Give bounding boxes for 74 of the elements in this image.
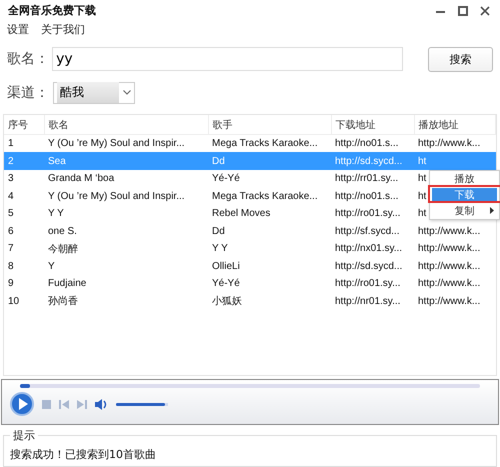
- column-header[interactable]: 序号: [4, 114, 44, 135]
- table-cell: 5: [8, 208, 14, 220]
- table-cell: ht: [418, 208, 426, 220]
- maximize-icon[interactable]: [458, 6, 468, 16]
- table-cell: 8: [8, 260, 14, 272]
- table-cell: http://no01.s...: [335, 138, 398, 150]
- status-message: 搜索成功！已搜索到10首歌曲: [10, 448, 156, 461]
- table-cell: Dd: [212, 226, 225, 237]
- table-cell: http://sd.sycd...: [335, 156, 402, 167]
- table-cell: 2: [8, 156, 14, 167]
- context-menu-item[interactable]: 播放: [432, 172, 497, 186]
- table-cell: 3: [8, 173, 14, 184]
- context-menu-item[interactable]: 复制: [432, 204, 497, 218]
- table-cell: Y Y: [212, 243, 228, 254]
- table-cell: http://www.k...: [418, 226, 480, 237]
- search-button[interactable]: 搜索: [428, 46, 493, 72]
- speaker-icon[interactable]: [95, 398, 108, 410]
- table-cell: http://www.k...: [418, 296, 480, 307]
- table-cell: http://www.k...: [418, 278, 480, 290]
- channel-label: 渠道：: [7, 84, 50, 102]
- highlight-frame: [428, 184, 500, 203]
- table-cell: http://sd.sycd...: [335, 260, 402, 272]
- table-cell: 7: [8, 243, 14, 254]
- table-cell: http://nx01.sy...: [335, 243, 402, 254]
- close-icon[interactable]: [480, 6, 490, 16]
- table-cell: http://www.k...: [418, 138, 480, 150]
- chevron-down-icon: [123, 90, 131, 96]
- table-cell: 9: [8, 278, 14, 290]
- song-name-field[interactable]: yy: [52, 47, 404, 72]
- table-cell: Mega Tracks Karaoke...: [212, 138, 318, 150]
- table-cell: OllieLi: [212, 260, 240, 272]
- table-cell: http://no01.s...: [335, 190, 398, 202]
- table-cell: 6: [8, 226, 14, 237]
- table-cell: 今朝醉: [48, 244, 78, 255]
- table-cell: Y: [48, 260, 55, 272]
- table-cell: Y Y: [48, 208, 64, 220]
- menu-item[interactable]: 关于我们: [41, 22, 85, 38]
- table-cell: one S.: [48, 226, 77, 237]
- table-cell: 孙尚香: [48, 296, 78, 308]
- table-cell: ht: [418, 190, 426, 202]
- table-cell: Granda M ‘boa: [48, 173, 114, 184]
- table-cell: ht: [418, 156, 426, 167]
- table-cell: 4: [8, 190, 14, 202]
- window-title: 全网音乐免费下载: [8, 3, 96, 18]
- table-cell: http://www.k...: [418, 243, 480, 254]
- play-icon[interactable]: [10, 392, 34, 416]
- column-header[interactable]: 播放地址: [414, 114, 496, 135]
- table-cell: Yé-Yé: [212, 278, 240, 290]
- table-cell: Yé-Yé: [212, 173, 240, 184]
- table-cell: Dd: [212, 156, 225, 167]
- column-header[interactable]: 歌名: [44, 114, 208, 135]
- hint-title: 提示: [12, 428, 36, 443]
- volume-slider[interactable]: [116, 402, 168, 406]
- table-cell: http://sf.sycd...: [335, 226, 400, 237]
- table-cell: 1: [8, 138, 14, 150]
- table-cell: ht: [418, 173, 426, 184]
- table-cell: 10: [8, 296, 20, 307]
- table-cell: Rebel Moves: [212, 208, 270, 220]
- menu-item[interactable]: 设置: [7, 22, 29, 38]
- table-cell: Y (Ou ’re My) Soul and Inspir...: [48, 190, 185, 202]
- table-cell: 小狐妖: [212, 296, 242, 308]
- table-cell: http://ro01.sy...: [335, 278, 400, 290]
- table-cell: http://ro01.sy...: [335, 208, 400, 220]
- table-cell: Mega Tracks Karaoke...: [212, 190, 318, 202]
- table-cell: http://rr01.sy...: [335, 173, 398, 184]
- table-cell: Y (Ou ’re My) Soul and Inspir...: [48, 138, 185, 150]
- table-cell: http://nr01.sy...: [335, 296, 400, 307]
- column-header[interactable]: 下载地址: [331, 114, 414, 135]
- channel-dropdown[interactable]: 酷我: [53, 82, 135, 104]
- table-cell: Sea: [48, 156, 66, 167]
- table-cell: http://www.k...: [418, 260, 480, 272]
- song-name-label: 歌名：: [7, 50, 50, 68]
- table-cell: Fudjaine: [48, 278, 86, 290]
- column-header[interactable]: 歌手: [208, 114, 331, 135]
